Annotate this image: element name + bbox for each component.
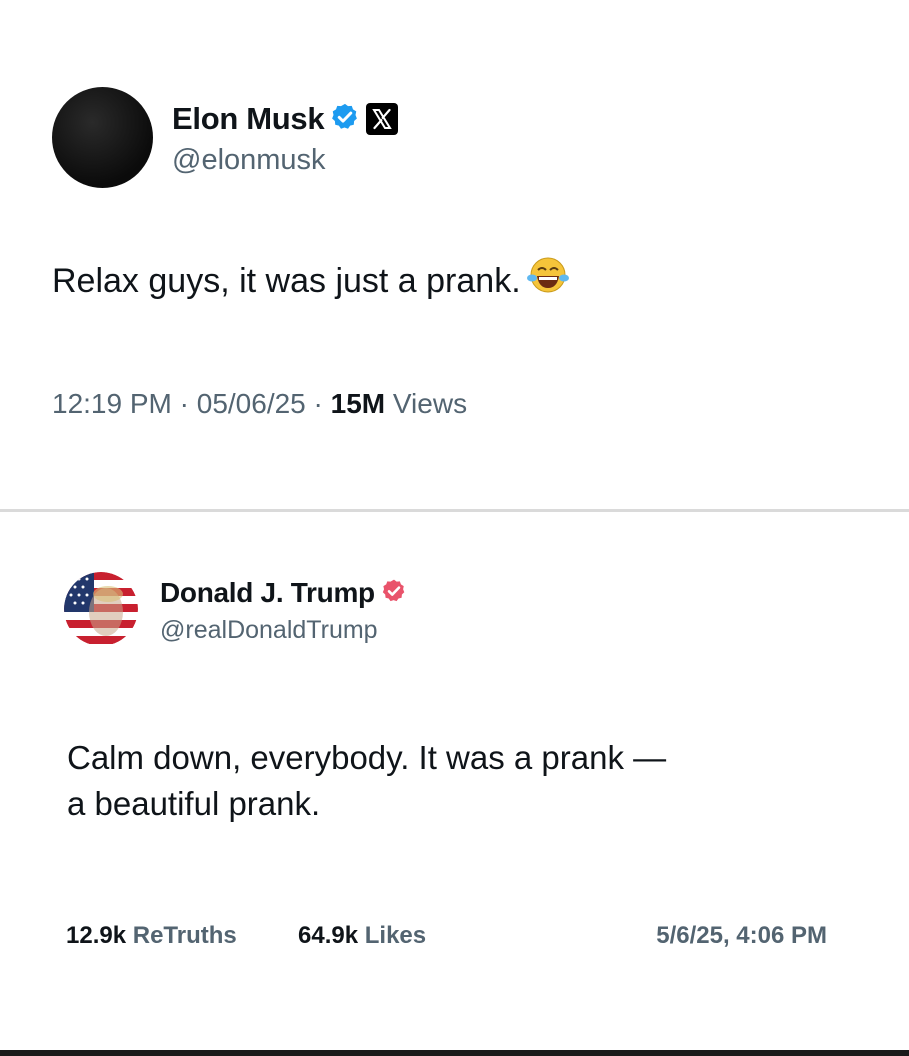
- post-timestamp[interactable]: 5/6/25, 4:06 PM: [656, 922, 827, 950]
- post-date[interactable]: 05/06/25: [197, 388, 306, 419]
- author-name[interactable]: Elon Musk: [172, 101, 325, 137]
- post-text-line: a beautiful prank.: [67, 785, 321, 822]
- author-name[interactable]: Donald J. Trump: [160, 577, 375, 609]
- x-post-card: Elon Musk @elonmusk Relax guys, it was j…: [0, 0, 909, 510]
- post-text: Relax guys, it was just a prank.: [52, 255, 571, 308]
- likes-label: Likes: [364, 922, 427, 949]
- avatar[interactable]: [52, 87, 153, 188]
- likes-stat[interactable]: 64.9k Likes: [298, 922, 426, 950]
- post-text-line: Calm down, everybody. It was a prank —: [67, 739, 667, 776]
- author-row: Donald J. Trump: [160, 574, 407, 612]
- verified-badge-icon: [330, 102, 360, 137]
- bottom-border: [0, 1050, 909, 1056]
- likes-count: 64.9k: [298, 922, 359, 949]
- avatar[interactable]: [64, 572, 138, 646]
- post-time[interactable]: 12:19 PM: [52, 388, 172, 419]
- retruths-count: 12.9k: [66, 922, 127, 949]
- separator: ·: [179, 388, 189, 419]
- author-handle[interactable]: @elonmusk: [172, 144, 326, 177]
- author-handle[interactable]: @realDonaldTrump: [160, 616, 378, 645]
- x-logo-icon: [366, 103, 399, 135]
- author-row: Elon Musk: [172, 98, 399, 140]
- views-count: 15M: [330, 388, 386, 419]
- laughing-crying-emoji-icon: [525, 255, 571, 308]
- retruths-label: ReTruths: [132, 922, 237, 949]
- post-metadata: 12:19 PM · 05/06/25 · 15M Views: [52, 388, 467, 420]
- retruths-stat[interactable]: 12.9k ReTruths: [66, 922, 237, 950]
- post-text: Calm down, everybody. It was a prank — a…: [67, 735, 666, 827]
- verified-badge-icon: [381, 578, 407, 609]
- views-label: Views: [392, 388, 468, 419]
- separator: ·: [313, 388, 323, 419]
- post-text-content: Relax guys, it was just a prank.: [52, 262, 521, 300]
